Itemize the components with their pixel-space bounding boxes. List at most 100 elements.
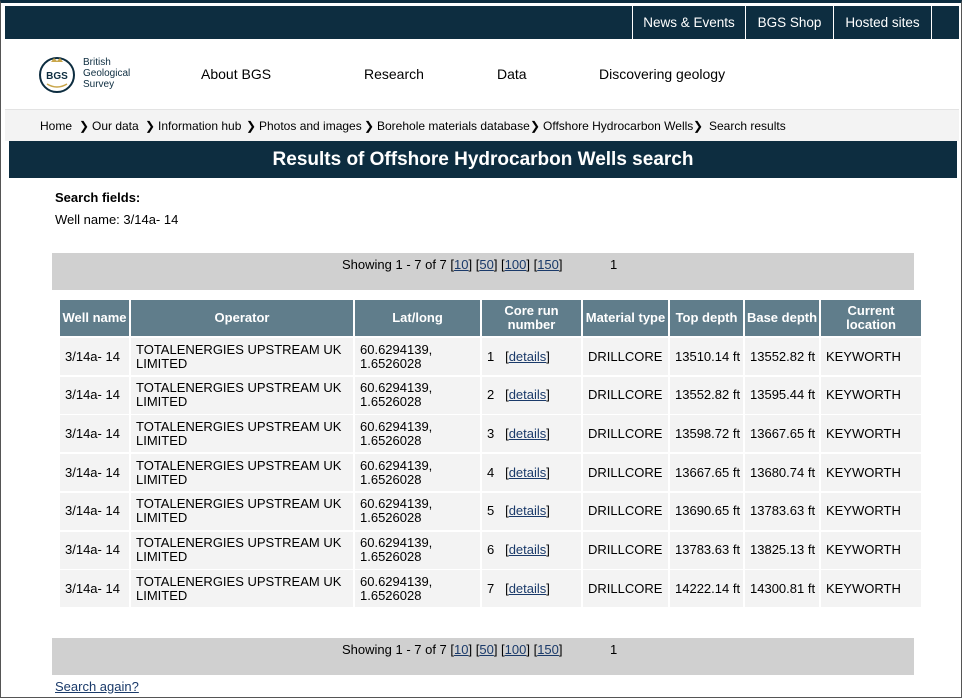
page-frame: News & Events BGS Shop Hosted sites BGS … — [0, 0, 962, 698]
chevron-right-icon: ❯ — [530, 119, 541, 133]
pager-showing: Showing 1 - 7 of 7 — [342, 257, 447, 272]
core-run-value: 4 — [487, 464, 495, 480]
page-size-150-link[interactable]: 150 — [537, 642, 559, 657]
cell-operator: TOTALENERGIES UPSTREAM UK LIMITED — [131, 531, 353, 569]
cell-current-location: KEYWORTH — [821, 531, 921, 569]
page-size-50-link[interactable]: 50 — [479, 257, 493, 272]
cell-core-run-number: 5 [details] — [482, 492, 581, 530]
chevron-right-icon: ❯ — [246, 119, 257, 133]
column-header-well-name: Well name — [60, 300, 129, 336]
bgs-shop-link[interactable]: BGS Shop — [745, 6, 833, 39]
details-link[interactable]: details — [509, 388, 547, 402]
search-fields-label: Search fields: — [55, 190, 141, 205]
cell-top-depth: 13552.82 ft — [670, 376, 743, 414]
pager-bottom: Showing 1 - 7 of 7 [10] [50] [100] [150]… — [52, 638, 914, 675]
details-link[interactable]: details — [509, 543, 547, 557]
nav-research[interactable]: Research — [364, 66, 424, 82]
nav-discovering-geology[interactable]: Discovering geology — [599, 66, 725, 82]
chevron-right-icon: ❯ — [364, 119, 375, 133]
cell-top-depth: 14222.14 ft — [670, 570, 743, 608]
cell-lat-long: 60.6294139, 1.6526028 — [355, 531, 480, 569]
cell-material-type: DRILLCORE — [583, 338, 668, 375]
breadcrumb-home[interactable]: Home — [40, 119, 72, 133]
cell-core-run-number: 2 [details] — [482, 376, 581, 414]
svg-text:BGS: BGS — [46, 71, 68, 82]
page-size-150-link[interactable]: 150 — [537, 257, 559, 272]
utility-bar: News & Events BGS Shop Hosted sites — [5, 6, 959, 39]
logo-line-geological: Geological — [83, 68, 131, 79]
news-events-link[interactable]: News & Events — [632, 6, 745, 39]
cell-lat-long: 60.6294139, 1.6526028 — [355, 454, 480, 492]
column-header-current-location: Current location — [821, 300, 921, 336]
cell-material-type: DRILLCORE — [583, 570, 668, 608]
cell-current-location: KEYWORTH — [821, 454, 921, 492]
search-fields-value: Well name: 3/14a- 14 — [55, 212, 179, 227]
cell-base-depth: 13825.13 ft — [745, 531, 819, 569]
core-run-value: 1 — [487, 348, 495, 364]
chevron-right-icon: ❯ — [145, 119, 156, 133]
cell-material-type: DRILLCORE — [583, 415, 668, 453]
cell-base-depth: 13595.44 ft — [745, 376, 819, 414]
chevron-right-icon: ❯ — [79, 119, 90, 133]
logo-line-british: British — [83, 57, 111, 68]
pager-summary: Showing 1 - 7 of 7 [10] [50] [100] [150] — [342, 257, 563, 272]
hosted-sites-link[interactable]: Hosted sites — [833, 6, 932, 39]
page-size-10-link[interactable]: 10 — [454, 257, 468, 272]
cell-well-name: 3/14a- 14 — [60, 570, 129, 608]
breadcrumb-information-hub[interactable]: Information hub — [158, 119, 241, 133]
page-size-50-link[interactable]: 50 — [479, 642, 493, 657]
logo-text: British Geological Survey — [83, 57, 130, 90]
cell-well-name: 3/14a- 14 — [60, 415, 129, 453]
pager-showing: Showing 1 - 7 of 7 — [342, 642, 447, 657]
cell-base-depth: 13552.82 ft — [745, 338, 819, 375]
page-size-100-link[interactable]: 100 — [505, 642, 527, 657]
breadcrumb-our-data[interactable]: Our data — [92, 119, 139, 133]
details-link[interactable]: details — [509, 349, 547, 364]
column-header-top-depth: Top depth — [670, 300, 743, 336]
breadcrumb-borehole-materials[interactable]: Borehole materials database — [377, 119, 530, 133]
search-again-link[interactable]: Search again? — [55, 679, 139, 694]
cell-top-depth: 13667.65 ft — [670, 454, 743, 492]
core-run-value: 2 — [487, 387, 495, 403]
cell-base-depth: 14300.81 ft — [745, 570, 819, 608]
cell-core-run-number: 4 [details] — [482, 454, 581, 492]
cell-well-name: 3/14a- 14 — [60, 338, 129, 375]
core-run-value: 7 — [487, 580, 495, 596]
cell-current-location: KEYWORTH — [821, 492, 921, 530]
page-number: 1 — [610, 642, 618, 657]
nav-about-bgs[interactable]: About BGS — [201, 66, 271, 82]
cell-base-depth: 13783.63 ft — [745, 492, 819, 530]
details-link[interactable]: details — [509, 581, 547, 596]
cell-material-type: DRILLCORE — [583, 531, 668, 569]
cell-operator: TOTALENERGIES UPSTREAM UK LIMITED — [131, 570, 353, 608]
cell-core-run-number: 1 [details] — [482, 338, 581, 375]
breadcrumb-photos-and-images[interactable]: Photos and images — [259, 119, 362, 133]
details-link[interactable]: details — [509, 426, 547, 441]
nav-data[interactable]: Data — [497, 66, 527, 82]
details-link[interactable]: details — [509, 504, 547, 518]
breadcrumb-offshore-wells[interactable]: Offshore Hydrocarbon Wells — [543, 119, 693, 133]
site-header: BGS British Geological Survey About BGS … — [5, 39, 959, 109]
pager-summary: Showing 1 - 7 of 7 [10] [50] [100] [150] — [342, 642, 563, 657]
cell-well-name: 3/14a- 14 — [60, 492, 129, 530]
column-header-core-run-number: Core run number — [482, 300, 581, 336]
pager-top: Showing 1 - 7 of 7 [10] [50] [100] [150]… — [52, 253, 914, 290]
details-link[interactable]: details — [509, 465, 547, 480]
cell-core-run-number: 6 [details] — [482, 531, 581, 569]
page-size-10-link[interactable]: 10 — [454, 642, 468, 657]
bgs-logo[interactable]: BGS British Geological Survey — [37, 54, 147, 96]
page-title: Results of Offshore Hydrocarbon Wells se… — [9, 141, 957, 178]
column-header-operator: Operator — [131, 300, 353, 336]
chevron-right-icon: ❯ — [693, 119, 704, 133]
cell-material-type: DRILLCORE — [583, 454, 668, 492]
cell-current-location: KEYWORTH — [821, 570, 921, 608]
cell-top-depth: 13598.72 ft — [670, 415, 743, 453]
bgs-crest-icon: BGS — [39, 57, 75, 93]
cell-well-name: 3/14a- 14 — [60, 531, 129, 569]
cell-operator: TOTALENERGIES UPSTREAM UK LIMITED — [131, 376, 353, 414]
page-size-100-link[interactable]: 100 — [505, 257, 527, 272]
core-run-value: 5 — [487, 503, 495, 519]
cell-lat-long: 60.6294139, 1.6526028 — [355, 415, 480, 453]
cell-current-location: KEYWORTH — [821, 376, 921, 414]
cell-lat-long: 60.6294139, 1.6526028 — [355, 338, 480, 375]
